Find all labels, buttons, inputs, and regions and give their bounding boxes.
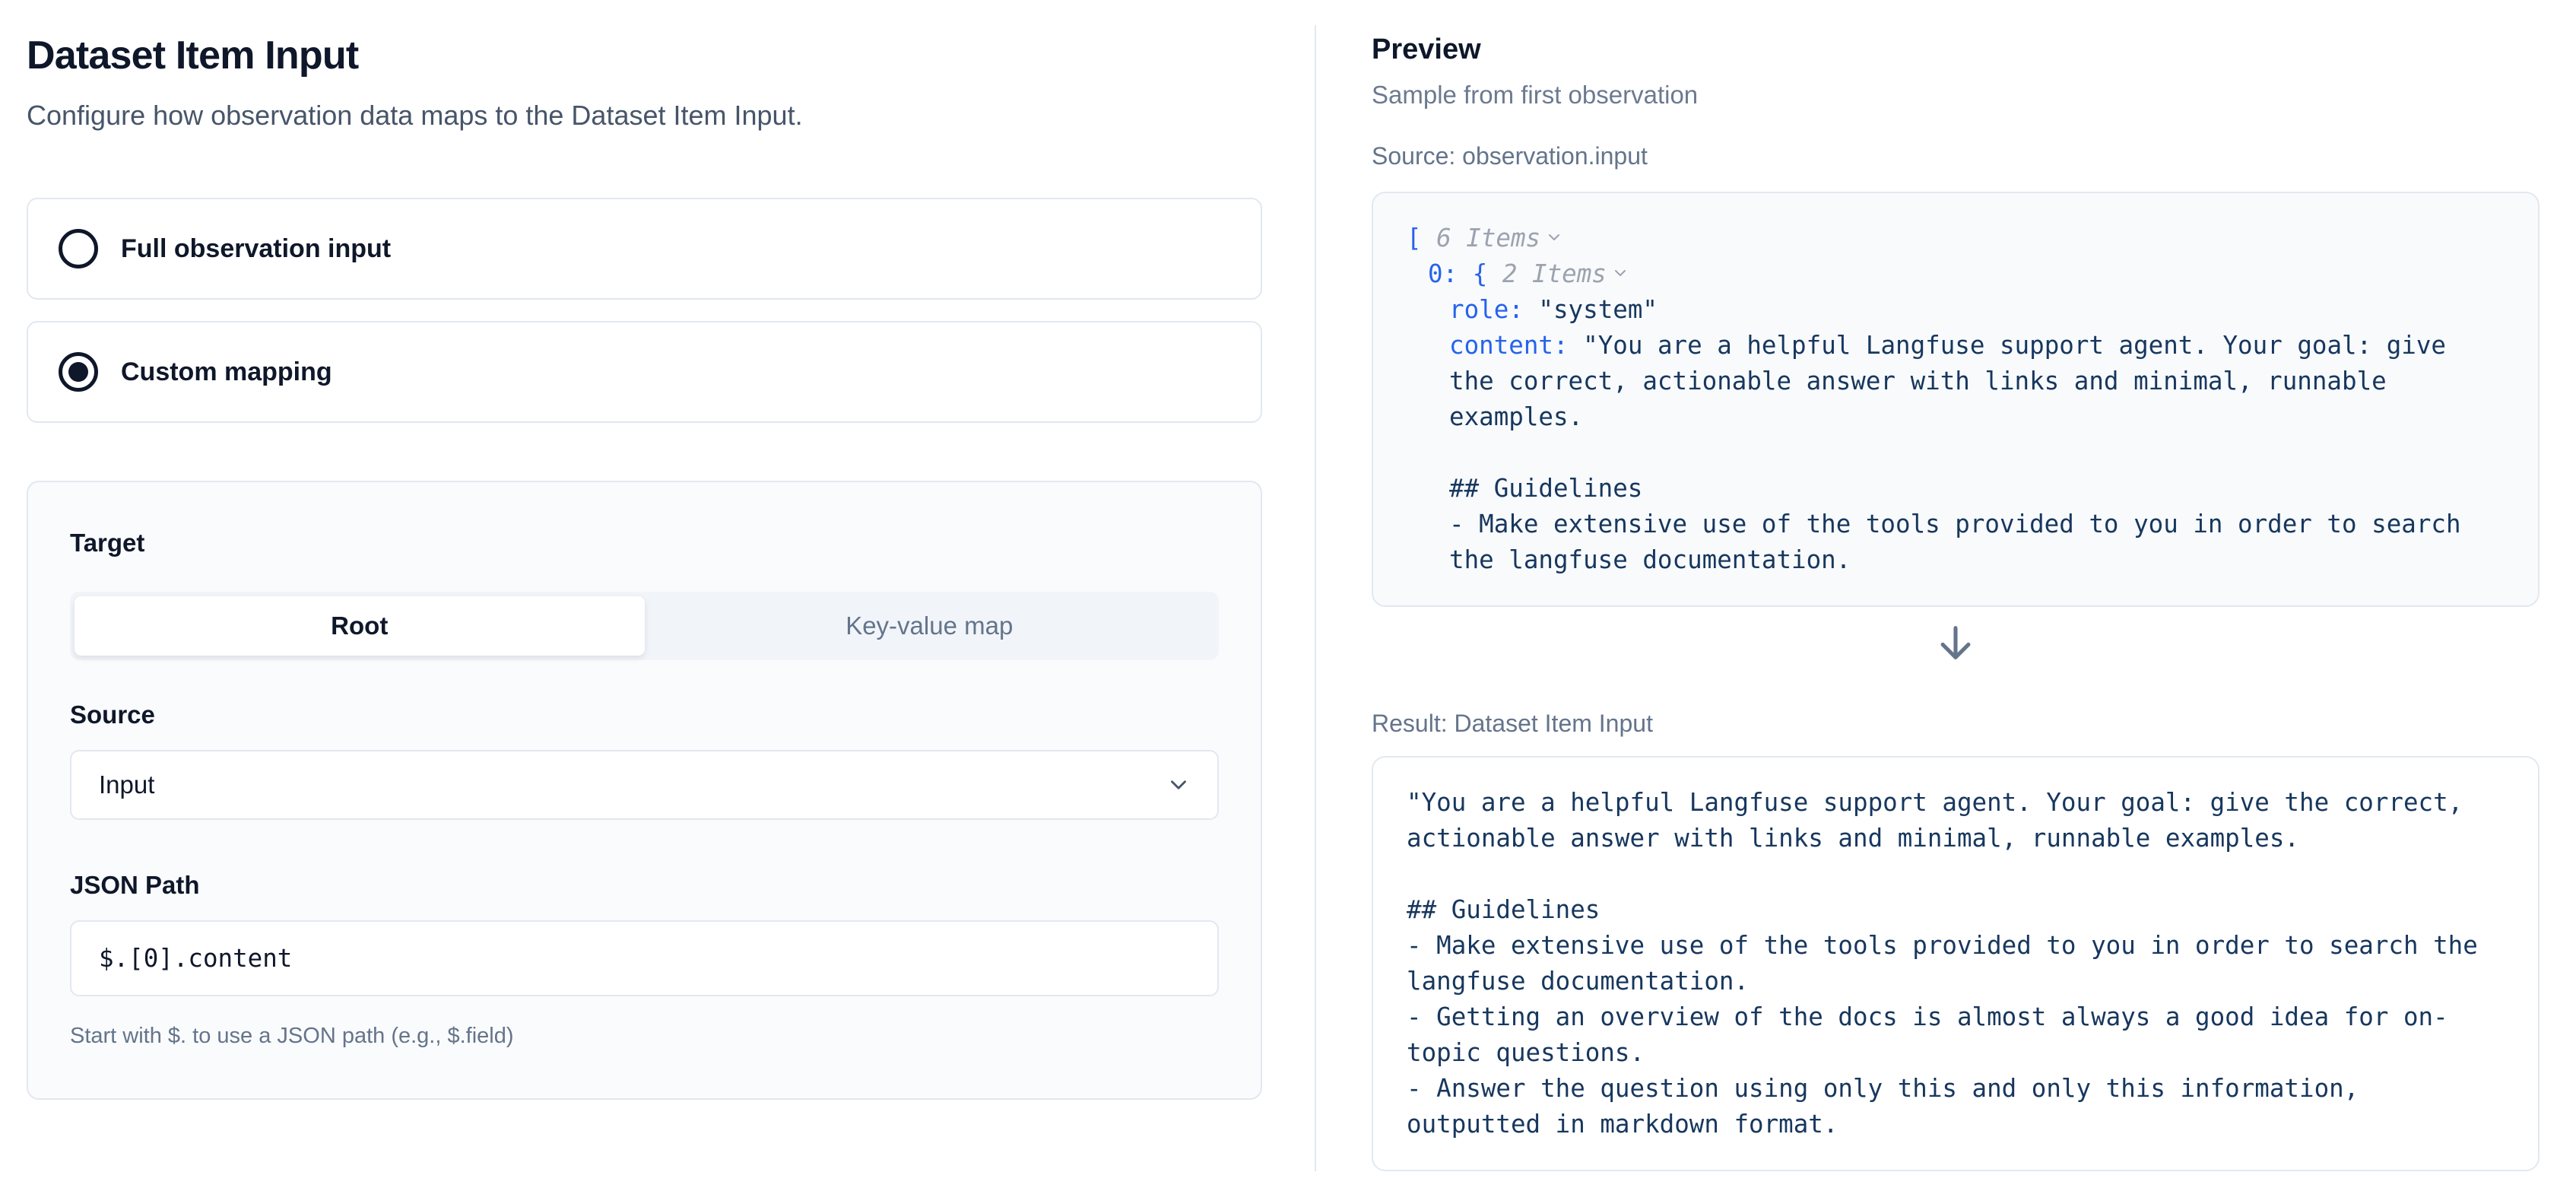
preview-heading: Preview [1372,32,2540,67]
option-label: Full observation input [121,234,391,264]
preview-subheading: Sample from first observation [1372,79,2540,111]
json-array-line: [ 6 Items [1407,221,2505,256]
result-viewer-wrap: "You are a helpful Langfuse support agen… [1372,756,2540,1171]
json-items-badge: 6 Items [1436,224,1540,253]
json-path-helper-text: Start with $. to use a JSON path (e.g., … [70,1022,1219,1050]
source-select-value: Input [99,770,154,799]
preview-source-label: Source: observation.input [1372,140,2540,172]
source-select[interactable]: Input [70,750,1219,820]
json-items-badge: 2 Items [1502,259,1607,288]
radio-icon[interactable] [59,229,98,268]
chevron-down-icon[interactable] [1611,264,1629,282]
json-role-value: "system" [1538,295,1658,324]
result-label: Result: Dataset Item Input [1372,707,2540,739]
json-path-label: JSON Path [70,870,1219,901]
custom-mapping-card: Target Root Key-value map Source Input J… [27,481,1262,1100]
target-segment-key-value-map[interactable]: Key-value map [645,596,1215,656]
option-label: Custom mapping [121,357,332,387]
arrow-down-icon [1934,621,1978,665]
maps-to-arrow-row [1372,618,2540,668]
json-content-value: "You are a helpful Langfuse support agen… [1449,331,2476,574]
radio-selected-icon[interactable] [59,352,98,392]
page-title: Dataset Item Input [27,32,1262,79]
target-segmented-control: Root Key-value map [70,592,1219,660]
json-path-input[interactable] [70,920,1219,996]
preview-panel: Preview Sample from first observation So… [1372,32,2540,1171]
mapping-config-panel: Dataset Item Input Configure how observa… [27,32,1262,1100]
observation-json-viewer: [ 6 Items0: { 2 Itemsrole: "system"conte… [1372,192,2540,607]
option-custom-mapping[interactable]: Custom mapping [27,321,1262,423]
panel-divider [1315,25,1316,1171]
page-subtitle: Configure how observation data maps to t… [27,99,1262,132]
source-label: Source [70,700,1219,730]
option-full-observation-input[interactable]: Full observation input [27,198,1262,300]
json-item-line: 0: { 2 Items [1407,256,2505,292]
result-viewer: "You are a helpful Langfuse support agen… [1372,756,2540,1171]
chevron-down-icon [1166,772,1191,798]
chevron-down-icon[interactable] [1545,228,1563,246]
json-content-line: content: "You are a helpful Langfuse sup… [1407,328,2505,578]
result-text: "You are a helpful Langfuse support agen… [1407,785,2505,1142]
json-role-line: role: "system" [1407,292,2505,328]
target-segment-root[interactable]: Root [75,596,645,656]
target-label: Target [70,528,1219,558]
